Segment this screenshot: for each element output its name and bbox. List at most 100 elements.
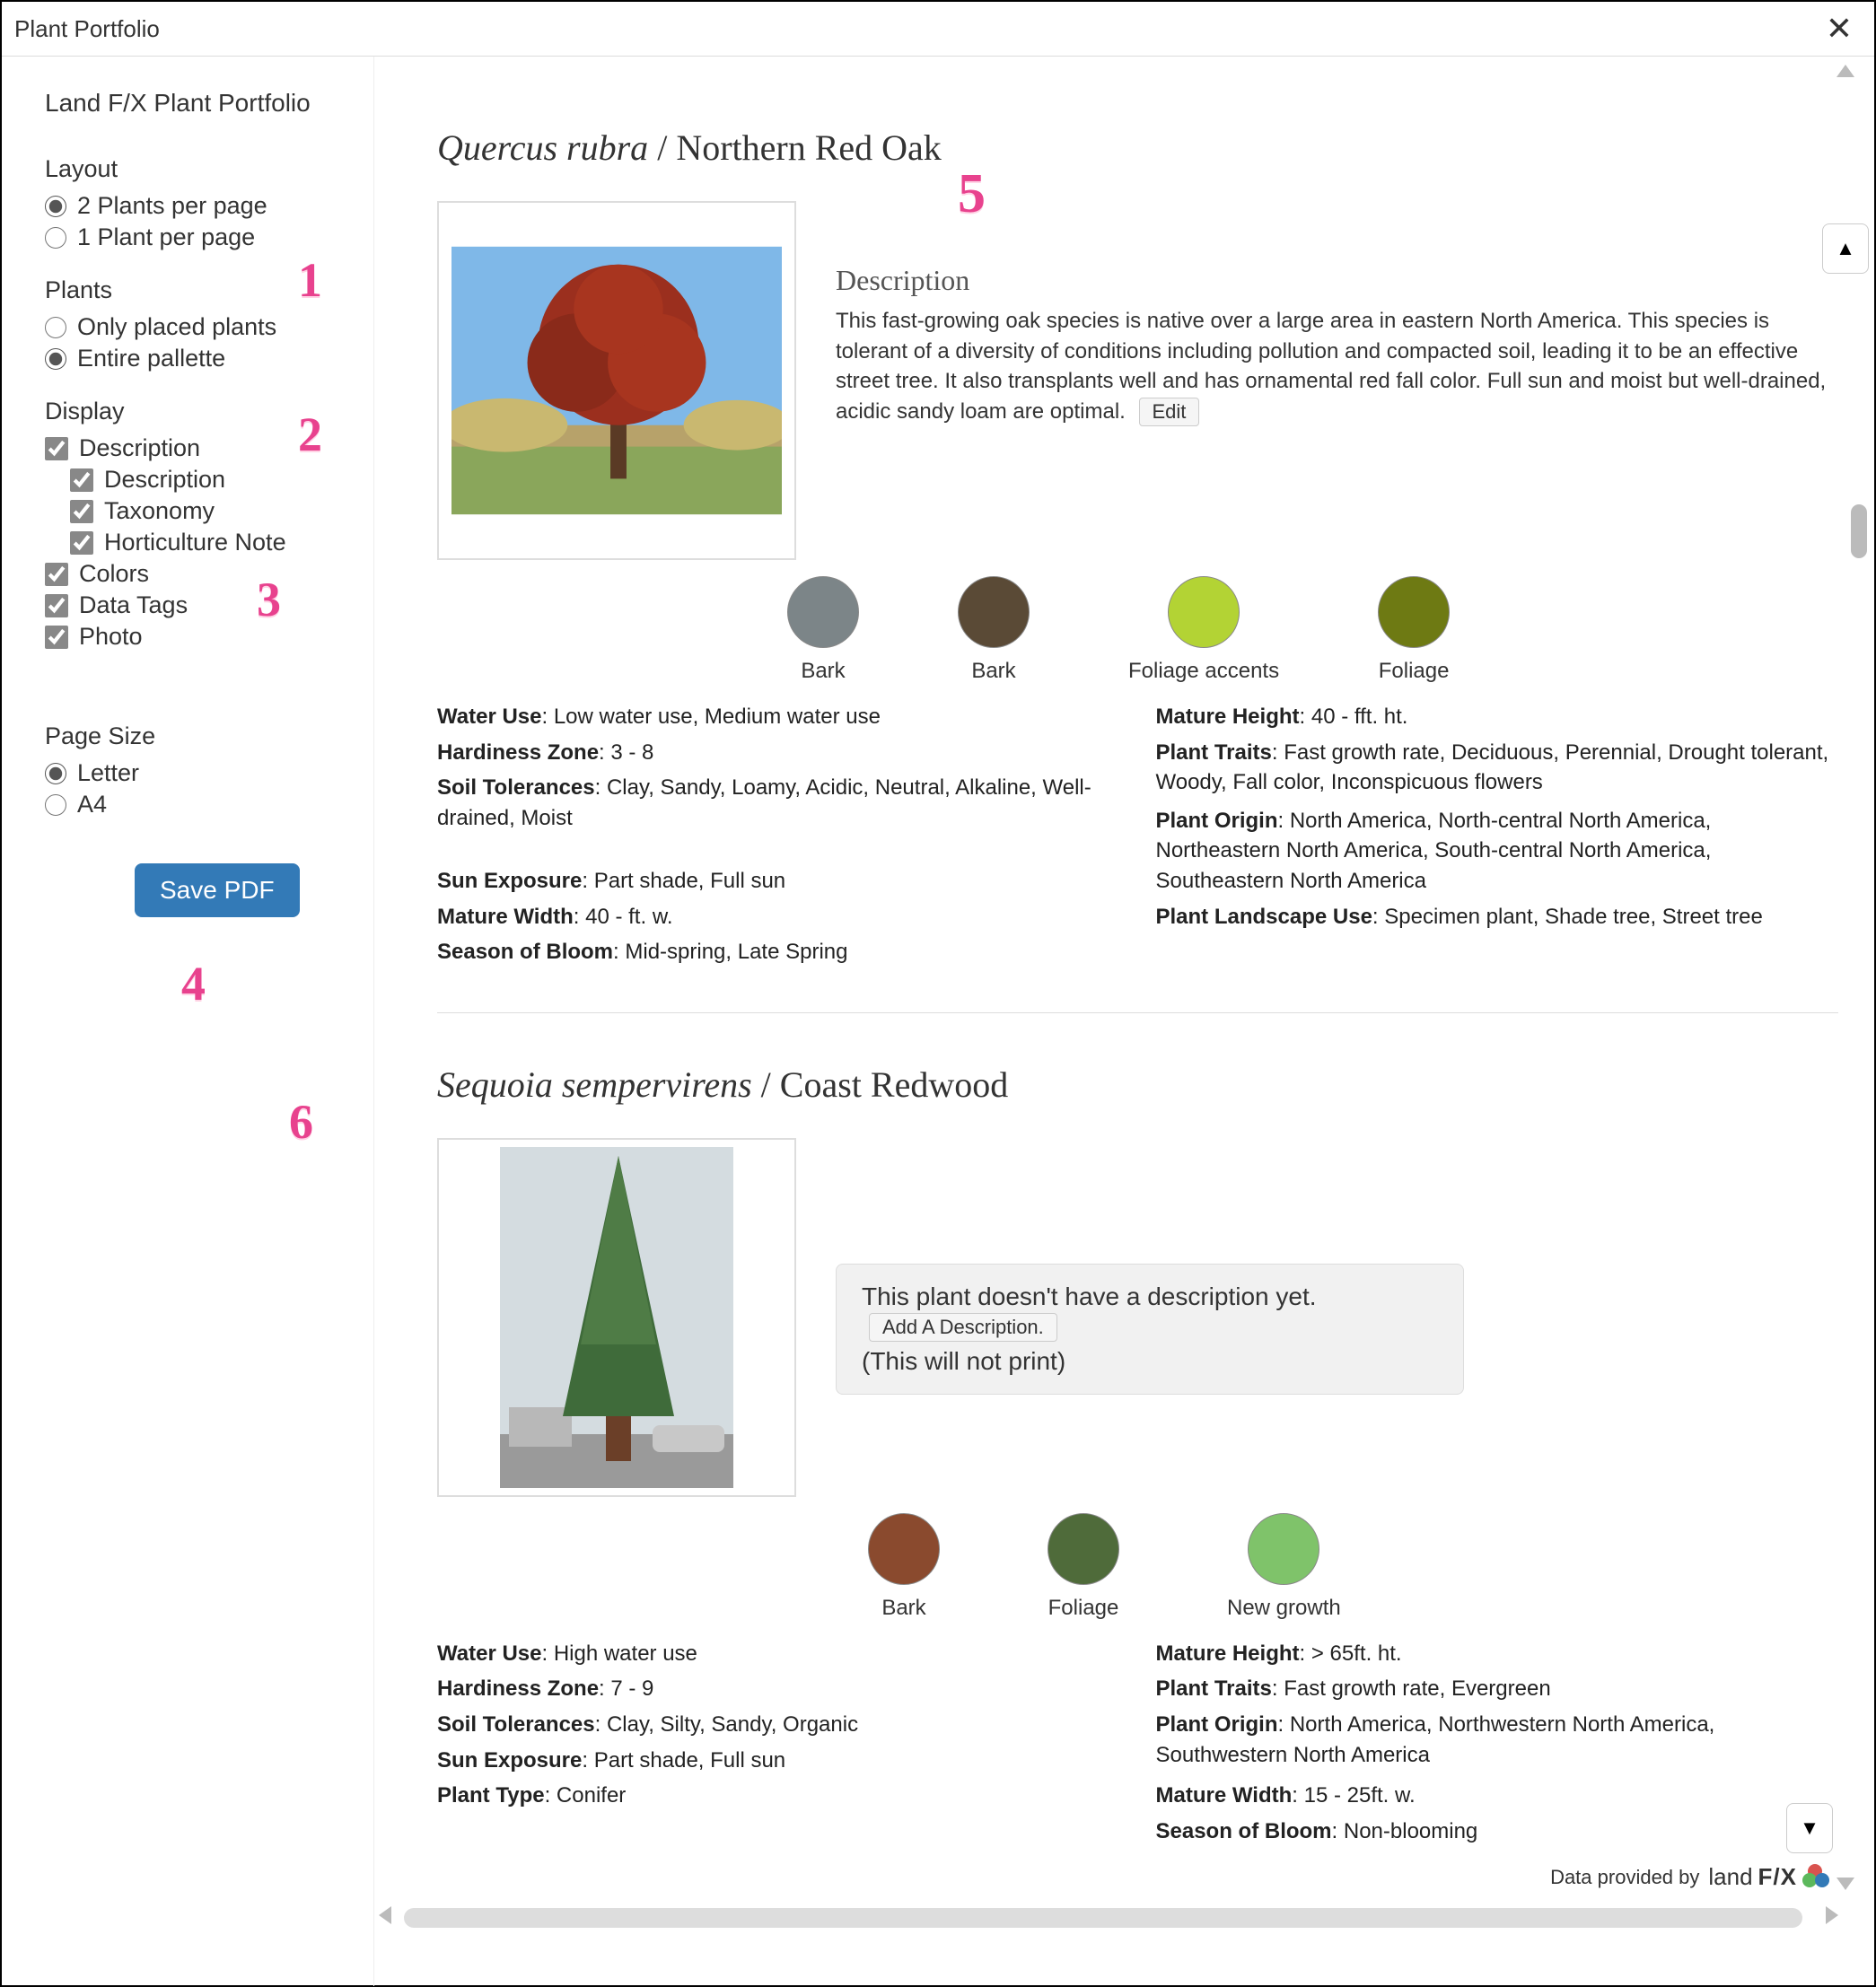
- close-icon[interactable]: ✕: [1826, 13, 1853, 45]
- add-description-button[interactable]: Add A Description.: [869, 1313, 1057, 1342]
- display-description-sub[interactable]: Description: [70, 466, 346, 494]
- layout-option-1pp[interactable]: 1 Plant per page: [45, 223, 346, 251]
- plants-radio-placed[interactable]: [45, 317, 66, 338]
- display-taxonomy[interactable]: Taxonomy: [70, 497, 346, 525]
- pagesize-label: Page Size: [45, 722, 346, 750]
- plant-sci-2: Sequoia sempervirens: [437, 1064, 752, 1105]
- check-hortnote[interactable]: [70, 531, 93, 555]
- swatch-label: Foliage: [1378, 659, 1450, 684]
- swatch-label: Bark: [868, 1596, 940, 1621]
- check-photo[interactable]: [45, 626, 68, 649]
- placeholder-2a: [437, 1816, 1120, 1847]
- layout-radio-1pp[interactable]: [45, 227, 66, 249]
- width-2: Mature Width: 15 - 25ft. w.: [1156, 1781, 1839, 1811]
- traits-2: Plant Traits: Fast growth rate, Evergree…: [1156, 1674, 1839, 1704]
- plants-radio-entire[interactable]: [45, 348, 66, 370]
- check-colors[interactable]: [45, 563, 68, 586]
- pagesize-a4[interactable]: A4: [45, 791, 346, 818]
- scroll-down-icon[interactable]: [1837, 1878, 1862, 1890]
- horizontal-scrollbar[interactable]: [404, 1908, 1802, 1928]
- pagesize-a4-label: A4: [77, 791, 107, 818]
- check-datatags[interactable]: [45, 594, 68, 617]
- tree-image-icon: [451, 246, 782, 515]
- display-hortnote[interactable]: Horticulture Note: [70, 529, 346, 556]
- edit-description-button[interactable]: Edit: [1139, 398, 1200, 426]
- window-title: Plant Portfolio: [14, 15, 160, 43]
- pagesize-letter-label: Letter: [77, 759, 139, 787]
- display-taxonomy-label: Taxonomy: [104, 497, 215, 525]
- expand-button[interactable]: ▼: [1786, 1803, 1833, 1853]
- description-text-1: This fast-growing oak species is native …: [836, 306, 1838, 426]
- pagesize-radio-letter[interactable]: [45, 763, 66, 784]
- callout-3: 3: [257, 572, 281, 627]
- plants-option-placed-label: Only placed plants: [77, 313, 276, 341]
- plant-title-2: Sequoia sempervirens / Coast Redwood: [437, 1064, 1838, 1106]
- color-swatch-icon: [1248, 1513, 1319, 1585]
- scroll-up-icon[interactable]: [1837, 65, 1862, 77]
- nodesc-note: (This will not print): [862, 1347, 1438, 1376]
- plants-option-entire[interactable]: Entire pallette: [45, 345, 346, 372]
- display-datatags[interactable]: Data Tags: [45, 591, 346, 619]
- no-description-box: This plant doesn't have a description ye…: [836, 1264, 1464, 1395]
- sidebar-title: Land F/X Plant Portfolio: [45, 89, 346, 118]
- check-taxonomy[interactable]: [70, 500, 93, 523]
- plant2-swatch: Bark: [868, 1513, 940, 1621]
- display-colors-label: Colors: [79, 560, 149, 588]
- mature-height-1: Mature Height: 40 - fft. ht.: [1156, 702, 1839, 732]
- callout-5: 5: [958, 162, 986, 226]
- titlebar: Plant Portfolio ✕: [2, 2, 1874, 57]
- check-description[interactable]: [45, 437, 68, 460]
- landfx-bold: F/X: [1758, 1863, 1797, 1891]
- details-grid-2: Water Use: High water use Mature Height:…: [437, 1639, 1838, 1847]
- swatch-label: Bark: [958, 659, 1030, 684]
- swatch-label: New growth: [1227, 1596, 1341, 1621]
- soil-1: Soil Tolerances: Clay, Sandy, Loamy, Aci…: [437, 773, 1120, 861]
- plant-photo-2: [437, 1138, 796, 1497]
- layout-option-2pp[interactable]: 2 Plants per page: [45, 192, 346, 220]
- display-description-label: Description: [79, 434, 200, 462]
- sun-2: Sun Exposure: Part shade, Full sun: [437, 1746, 1120, 1776]
- origin-2: Plant Origin: North America, Northwester…: [1156, 1710, 1839, 1775]
- landfx-logo: land F/X: [1708, 1863, 1829, 1891]
- swatch-label: Foliage accents: [1128, 659, 1279, 684]
- landuse-1: Plant Landscape Use: Specimen plant, Sha…: [1156, 902, 1839, 932]
- water-use-1: Water Use: Low water use, Medium water u…: [437, 702, 1120, 732]
- save-pdf-button[interactable]: Save PDF: [135, 863, 300, 917]
- display-datatags-label: Data Tags: [79, 591, 188, 619]
- plant1-swatch: Foliage: [1378, 576, 1450, 684]
- card-separator: [437, 1012, 1838, 1013]
- callout-4: 4: [181, 956, 206, 1011]
- content-area: ▲ Quercus rubra / Northern Red Oak 5: [374, 57, 1874, 1986]
- description-block-2: This plant doesn't have a description ye…: [836, 1138, 1838, 1395]
- layout-radio-2pp[interactable]: [45, 196, 66, 217]
- plants-option-entire-label: Entire pallette: [77, 345, 225, 372]
- hardiness-2: Hardiness Zone: 7 - 9: [437, 1674, 1120, 1704]
- description-body-1: This fast-growing oak species is native …: [836, 309, 1826, 424]
- pagesize-letter[interactable]: Letter: [45, 759, 346, 787]
- plant-sep-2: /: [752, 1064, 780, 1105]
- vertical-scrollbar-thumb[interactable]: [1851, 504, 1867, 558]
- data-provided-label: Data provided by: [1550, 1866, 1699, 1889]
- main-row: Land F/X Plant Portfolio Layout 2 Plants…: [2, 57, 1874, 1986]
- check-description-sub[interactable]: [70, 468, 93, 492]
- content: Quercus rubra / Northern Red Oak 5: [437, 83, 1838, 1884]
- pagesize-radio-a4[interactable]: [45, 794, 66, 816]
- mature-height-2: Mature Height: > 65ft. ht.: [1156, 1639, 1839, 1669]
- color-swatch-icon: [787, 576, 859, 648]
- plants-option-placed[interactable]: Only placed plants: [45, 313, 346, 341]
- layout-option-1pp-label: 1 Plant per page: [77, 223, 255, 251]
- plant1-swatch: Bark: [787, 576, 859, 684]
- tree-image-icon-2: [500, 1147, 733, 1488]
- plant-title-1: Quercus rubra / Northern Red Oak: [437, 127, 1838, 169]
- display-colors[interactable]: Colors: [45, 560, 346, 588]
- scroll-right-icon[interactable]: [1826, 1906, 1838, 1924]
- nodesc-text: This plant doesn't have a description ye…: [862, 1282, 1317, 1310]
- caret-up-icon: ▲: [1836, 237, 1855, 260]
- display-photo[interactable]: Photo: [45, 623, 346, 651]
- data-provided-footer: Data provided by land F/X: [1550, 1863, 1829, 1891]
- photo-desc-row-1: Description This fast-growing oak specie…: [437, 201, 1838, 560]
- plant2-swatch: New growth: [1227, 1513, 1341, 1621]
- display-hortnote-label: Horticulture Note: [104, 529, 286, 556]
- landfx-logo-icon: [1802, 1864, 1829, 1891]
- color-swatch-icon: [1048, 1513, 1119, 1585]
